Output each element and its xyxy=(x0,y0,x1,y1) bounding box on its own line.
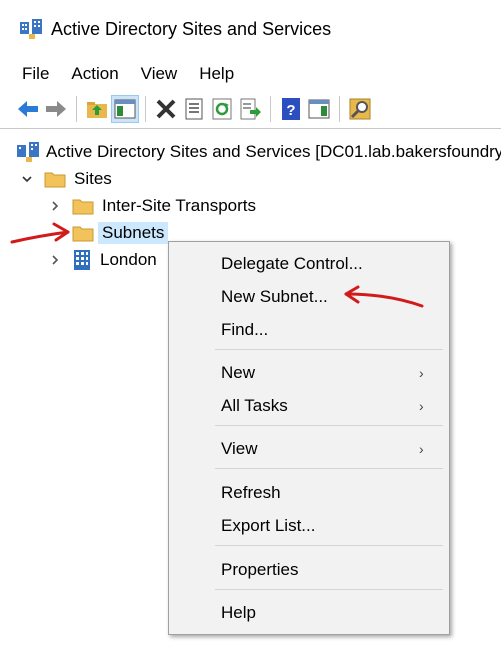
toolbar-separator xyxy=(76,96,77,122)
tree-inter-site-label: Inter-Site Transports xyxy=(102,196,257,215)
back-button[interactable] xyxy=(14,95,42,123)
help-button[interactable]: ? xyxy=(277,95,305,123)
context-item-export-list[interactable]: Export List... xyxy=(169,512,449,540)
tree-node-london[interactable]: London xyxy=(48,247,157,273)
show-action-pane-icon xyxy=(308,99,330,119)
chevron-down-icon[interactable] xyxy=(20,172,34,186)
context-item-label: Find... xyxy=(221,320,269,339)
context-item-label: All Tasks xyxy=(221,396,288,415)
tree-root-node[interactable]: Active Directory Sites and Services [DC0… xyxy=(16,139,501,165)
context-item-new[interactable]: New › xyxy=(169,359,449,387)
tree-subnets-label: Subnets xyxy=(98,222,169,244)
menu-action[interactable]: Action xyxy=(60,64,129,84)
chevron-right-icon[interactable] xyxy=(48,253,62,267)
find-button[interactable] xyxy=(346,95,374,123)
properties-button[interactable] xyxy=(180,95,208,123)
submenu-arrow-icon: › xyxy=(419,365,424,381)
tree-node-inter-site-transports[interactable]: Inter-Site Transports xyxy=(48,193,256,219)
site-building-icon xyxy=(74,250,90,270)
tree-node-sites[interactable]: Sites xyxy=(20,166,112,192)
ad-sites-services-window: Active Directory Sites and Services File… xyxy=(0,0,501,660)
folder-icon xyxy=(72,199,94,215)
show-action-pane-button[interactable] xyxy=(305,95,333,123)
refresh-button[interactable] xyxy=(208,95,236,123)
forward-icon xyxy=(46,101,66,117)
up-one-level-button[interactable] xyxy=(83,95,111,123)
ad-sites-app-icon xyxy=(20,19,42,39)
show-hide-console-tree-icon xyxy=(114,99,136,119)
refresh-icon xyxy=(212,98,232,120)
toolbar: ? xyxy=(0,90,501,129)
folder-icon xyxy=(72,226,94,242)
up-folder-icon xyxy=(87,102,107,118)
toolbar-separator xyxy=(339,96,340,122)
title-bar: Active Directory Sites and Services xyxy=(0,0,501,58)
properties-icon xyxy=(185,98,203,120)
back-icon xyxy=(18,101,38,117)
menu-separator xyxy=(215,589,443,590)
menu-separator xyxy=(215,545,443,546)
context-item-view[interactable]: View › xyxy=(169,435,449,463)
context-item-properties[interactable]: Properties xyxy=(169,556,449,584)
chevron-right-icon[interactable] xyxy=(48,199,62,213)
menu-separator xyxy=(215,468,443,469)
context-item-label: Properties xyxy=(221,560,299,579)
context-item-label: Refresh xyxy=(221,483,281,502)
context-item-help[interactable]: Help xyxy=(169,599,449,627)
menu-help[interactable]: Help xyxy=(188,64,245,84)
menu-file[interactable]: File xyxy=(0,64,60,84)
show-hide-console-tree-button[interactable] xyxy=(111,95,139,123)
menu-bar: File Action View Help xyxy=(0,58,501,90)
tree-sites-label: Sites xyxy=(74,169,112,188)
menu-view[interactable]: View xyxy=(130,64,189,84)
forward-button[interactable] xyxy=(42,95,70,123)
tree-london-label: London xyxy=(100,250,157,269)
tree-root-label: Active Directory Sites and Services [DC0… xyxy=(46,142,501,161)
context-item-label: View xyxy=(221,439,258,458)
toolbar-separator xyxy=(145,96,146,122)
export-list-button[interactable] xyxy=(236,95,264,123)
menu-separator xyxy=(215,425,443,426)
window-title: Active Directory Sites and Services xyxy=(51,18,332,39)
context-item-label: Help xyxy=(221,603,256,622)
context-item-all-tasks[interactable]: All Tasks › xyxy=(169,392,449,420)
svg-text:?: ? xyxy=(286,102,295,119)
context-menu: Delegate Control... New Subnet... Find..… xyxy=(168,241,450,635)
context-item-refresh[interactable]: Refresh xyxy=(169,479,449,507)
delete-button[interactable] xyxy=(152,95,180,123)
folder-icon xyxy=(44,172,66,188)
find-icon xyxy=(349,98,371,120)
submenu-arrow-icon: › xyxy=(419,398,424,414)
context-item-label: New Subnet... xyxy=(221,287,328,306)
context-item-label: Delegate Control... xyxy=(221,254,363,273)
menu-separator xyxy=(215,349,443,350)
export-list-icon xyxy=(240,98,261,120)
context-item-delegate-control[interactable]: Delegate Control... xyxy=(169,250,449,278)
ad-sites-root-icon xyxy=(17,142,39,162)
context-item-new-subnet[interactable]: New Subnet... xyxy=(169,283,449,311)
tree-node-subnets[interactable]: Subnets xyxy=(72,220,169,246)
toolbar-separator xyxy=(270,96,271,122)
submenu-arrow-icon: › xyxy=(419,441,424,457)
context-item-label: New xyxy=(221,363,256,382)
delete-icon xyxy=(156,99,176,119)
help-icon: ? xyxy=(282,98,300,120)
context-item-label: Export List... xyxy=(221,516,316,535)
context-item-find[interactable]: Find... xyxy=(169,316,449,344)
